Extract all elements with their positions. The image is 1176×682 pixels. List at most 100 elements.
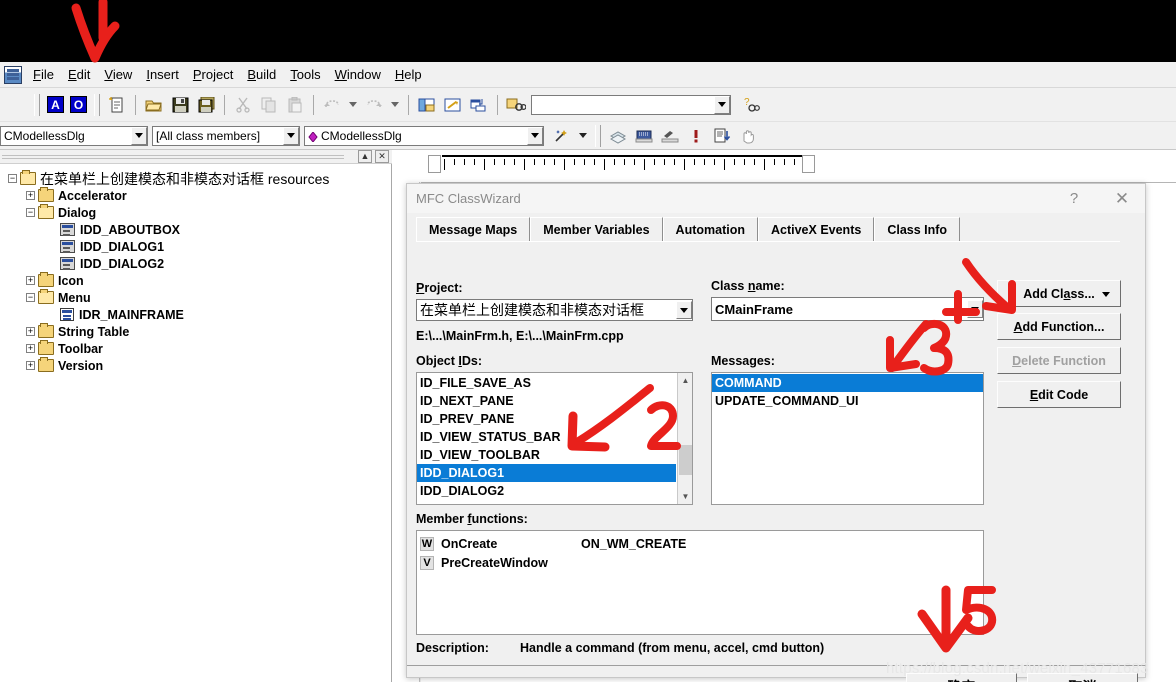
add-class-button[interactable]: Add Class... — [997, 280, 1121, 307]
save-all-icon[interactable] — [194, 93, 218, 117]
build-icon[interactable] — [632, 124, 656, 148]
tab-activex-events[interactable]: ActiveX Events — [757, 217, 875, 242]
symbol-combo-arrow[interactable] — [527, 126, 543, 145]
object-id-idd-dialog2[interactable]: IDD_DIALOG2 — [417, 482, 676, 500]
wizard-wand-icon[interactable] — [550, 124, 574, 148]
tree-expander-accelerator[interactable]: + — [26, 191, 35, 200]
object-id-id-next-pane[interactable]: ID_NEXT_PANE — [417, 392, 676, 410]
toggle-a-button[interactable]: A — [47, 96, 64, 113]
paste-icon[interactable] — [283, 93, 307, 117]
find-combo[interactable] — [531, 94, 731, 115]
add-function-button[interactable]: Add Function... — [997, 313, 1121, 340]
output-window-icon[interactable] — [441, 93, 465, 117]
tree-node-idd-aboutbox[interactable]: IDD_ABOUTBOX — [4, 221, 391, 238]
tree-expander-root[interactable]: − — [8, 174, 17, 183]
object-id-id-view-status-bar[interactable]: ID_VIEW_STATUS_BAR — [417, 428, 676, 446]
hand-icon[interactable] — [736, 124, 760, 148]
object-id-idd-dialog1[interactable]: IDD_DIALOG1 — [417, 464, 676, 482]
tree-node-toolbar[interactable]: + Toolbar — [4, 340, 391, 357]
redo-icon[interactable] — [362, 93, 386, 117]
menu-item-build[interactable]: Build — [240, 65, 283, 85]
dialog-titlebar[interactable]: MFC ClassWizard ? ✕ — [407, 184, 1145, 213]
stop-build-icon[interactable] — [684, 124, 708, 148]
menu-item-project[interactable]: Project — [186, 65, 240, 85]
message-command[interactable]: COMMAND — [712, 374, 983, 392]
tab-automation[interactable]: Automation — [662, 217, 758, 242]
toggle-o-button[interactable]: O — [70, 96, 87, 113]
window-list-icon[interactable] — [467, 93, 491, 117]
scroll-down-icon[interactable]: ▼ — [678, 489, 692, 504]
tab-message-maps[interactable]: Message Maps — [416, 217, 531, 242]
tab-member-variables[interactable]: Member Variables — [530, 217, 663, 242]
class-name-combo[interactable]: CMainFrame — [711, 297, 984, 321]
tree-expander-toolbar[interactable]: + — [26, 344, 35, 353]
copy-icon[interactable] — [257, 93, 281, 117]
cut-icon[interactable] — [231, 93, 255, 117]
menu-item-edit[interactable]: Edit — [61, 65, 97, 85]
save-icon[interactable] — [168, 93, 192, 117]
object-ids-listbox[interactable]: ID_FILE_SAVE_AS ID_NEXT_PANE ID_PREV_PANE I… — [416, 372, 693, 505]
tab-class-info[interactable]: Class Info — [874, 217, 961, 242]
messages-listbox[interactable]: COMMAND UPDATE_COMMAND_UI — [711, 372, 984, 505]
member-functions-listbox[interactable]: W OnCreate ON_WM_CREATE V PreCreateWindow — [416, 530, 984, 635]
redo-dropdown-icon[interactable] — [388, 93, 402, 117]
tree-expander-dialog[interactable]: − — [26, 208, 35, 217]
tree-node-menu[interactable]: − Menu — [4, 289, 391, 306]
class-name-combo-arrow[interactable] — [967, 300, 983, 318]
workspace-icon[interactable] — [415, 93, 439, 117]
toolbar-grip[interactable] — [34, 93, 40, 116]
tree-expander-string-table[interactable]: + — [26, 327, 35, 336]
add-class-caret-icon[interactable] — [1102, 291, 1110, 297]
tree-node-icon[interactable]: + Icon — [4, 272, 391, 289]
object-id-id-file-save-as[interactable]: ID_FILE_SAVE_AS — [417, 374, 676, 392]
close-icon[interactable]: ✕ — [1103, 184, 1141, 213]
compile-icon[interactable] — [606, 124, 630, 148]
toolbar-grip-2[interactable] — [94, 93, 100, 116]
tree-node-dialog[interactable]: − Dialog — [4, 204, 391, 221]
undo-dropdown-icon[interactable] — [346, 93, 360, 117]
tree-expander-menu[interactable]: − — [26, 293, 35, 302]
class-combo[interactable]: CModellessDlg — [0, 125, 148, 146]
find-in-files-icon[interactable] — [504, 93, 528, 117]
build-all-icon[interactable] — [658, 124, 682, 148]
tree-node-idr-mainframe[interactable]: IDR_MAINFRAME — [4, 306, 391, 323]
menu-item-tools[interactable]: Tools — [283, 65, 327, 85]
scroll-up-icon[interactable]: ▲ — [678, 373, 692, 388]
message-update-command-ui[interactable]: UPDATE_COMMAND_UI — [712, 392, 983, 410]
project-combo[interactable]: 在菜单栏上创建模态和非模态对话框 — [416, 299, 693, 321]
menu-item-window[interactable]: Window — [328, 65, 388, 85]
members-combo-arrow[interactable] — [283, 126, 299, 145]
wizard-dropdown-icon[interactable] — [576, 124, 590, 148]
tree-node-idd-dialog1[interactable]: IDD_DIALOG1 — [4, 238, 391, 255]
tree-expander-version[interactable]: + — [26, 361, 35, 370]
new-file-icon[interactable] — [105, 93, 129, 117]
tree-node-root[interactable]: − 在菜单栏上创建模态和非模态对话框 resources — [4, 170, 391, 187]
go-icon[interactable] — [710, 124, 734, 148]
member-function-row[interactable]: V PreCreateWindow — [417, 553, 983, 572]
menu-item-help[interactable]: Help — [388, 65, 429, 85]
project-combo-arrow[interactable] — [676, 301, 692, 319]
member-function-row[interactable]: W OnCreate ON_WM_CREATE — [417, 534, 983, 553]
scroll-thumb[interactable] — [679, 445, 692, 475]
members-combo[interactable]: [All class members] — [152, 125, 300, 146]
tree-node-version[interactable]: + Version — [4, 357, 391, 374]
object-ids-scrollbar[interactable]: ▲ ▼ — [677, 373, 692, 504]
toolbar2-grip[interactable] — [595, 124, 601, 147]
edit-code-button[interactable]: Edit Code — [997, 381, 1121, 408]
tree-node-idd-dialog2[interactable]: IDD_DIALOG2 — [4, 255, 391, 272]
symbol-combo[interactable]: CModellessDlg — [304, 125, 544, 146]
help-search-icon[interactable]: ? — [741, 93, 765, 117]
tree-node-string-table[interactable]: + String Table — [4, 323, 391, 340]
help-icon[interactable]: ? — [1055, 184, 1093, 213]
object-id-id-prev-pane[interactable]: ID_PREV_PANE — [417, 410, 676, 428]
class-combo-arrow[interactable] — [131, 126, 147, 145]
object-id-id-view-toolbar[interactable]: ID_VIEW_TOOLBAR — [417, 446, 676, 464]
menu-item-insert[interactable]: Insert — [139, 65, 186, 85]
undo-icon[interactable] — [320, 93, 344, 117]
panel-close-button[interactable]: ✕ — [375, 150, 389, 163]
open-folder-icon[interactable] — [142, 93, 166, 117]
menu-item-file[interactable]: File — [26, 65, 61, 85]
panel-pin-button[interactable]: ▲ — [358, 150, 372, 163]
tree-expander-icon[interactable]: + — [26, 276, 35, 285]
menu-item-view[interactable]: View — [97, 65, 139, 85]
